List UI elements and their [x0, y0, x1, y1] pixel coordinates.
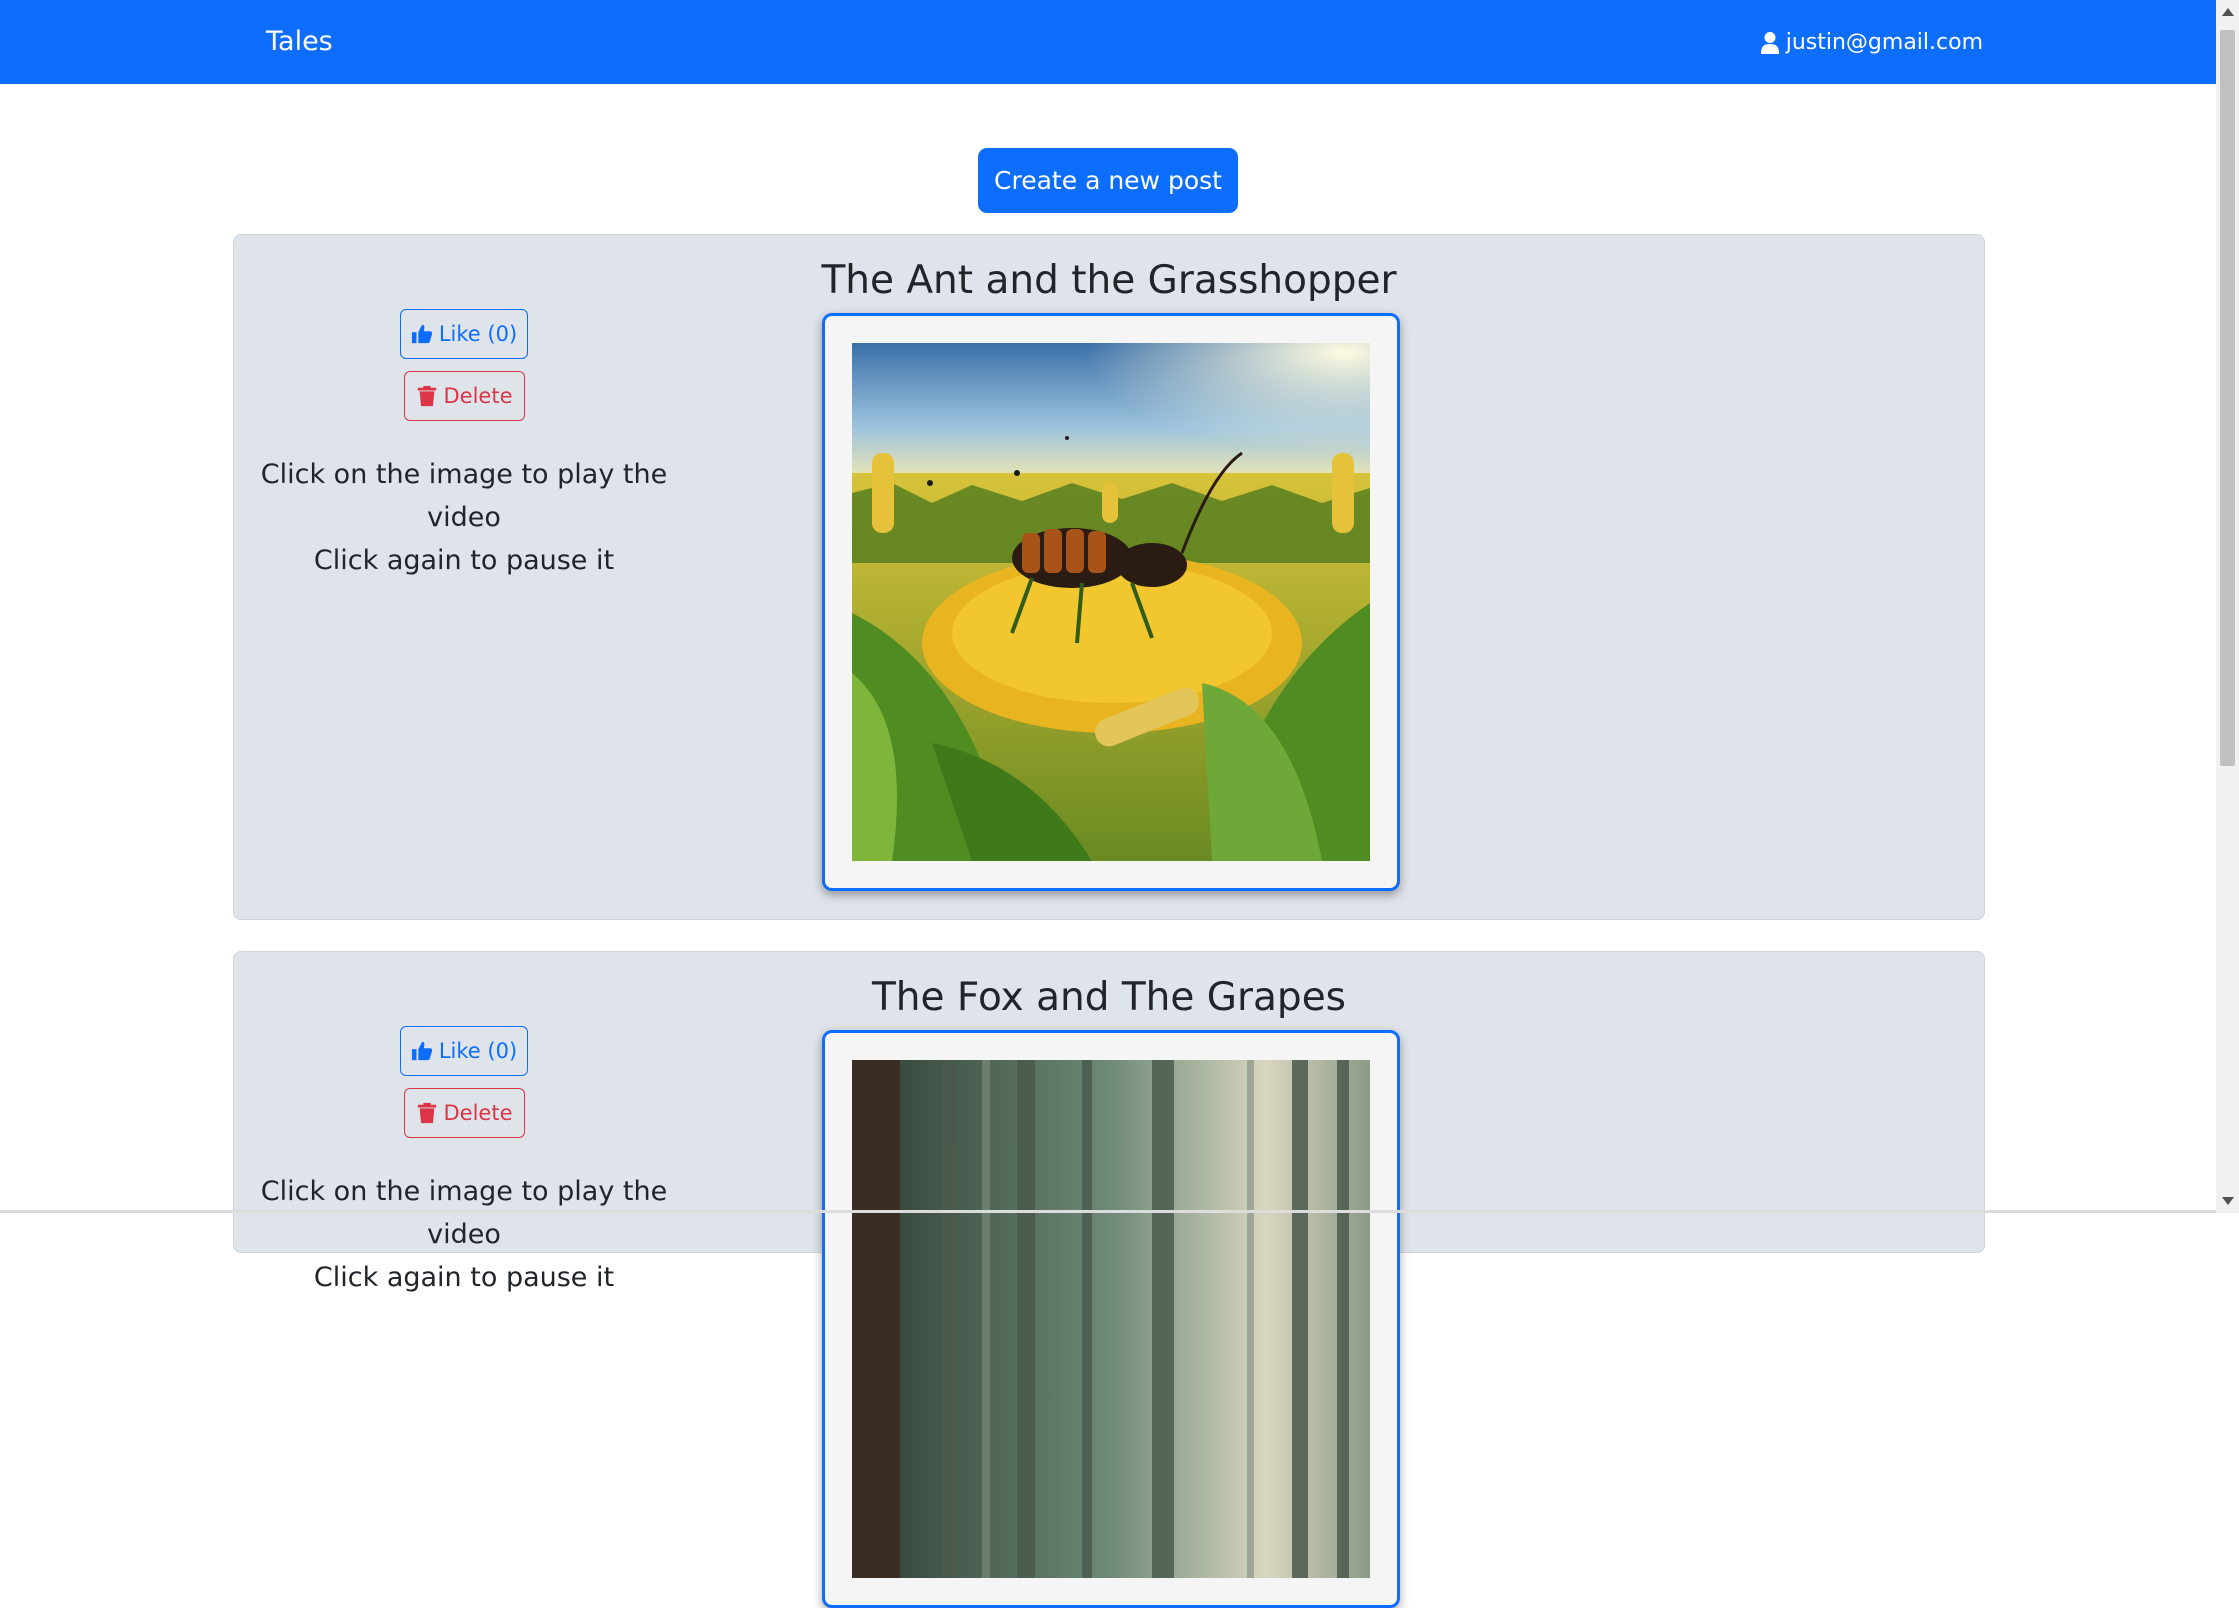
video-thumbnail[interactable] [822, 313, 1400, 891]
video-hint: Click on the image to play the video Cli… [234, 1170, 694, 1299]
hint-line: Click again to pause it [313, 545, 615, 576]
user-email: justin@gmail.com [1785, 30, 1983, 55]
scroll-down-icon[interactable] [2222, 1197, 2234, 1205]
post-title: The Ant and the Grasshopper [821, 258, 1397, 303]
like-label: Like (0) [438, 322, 518, 346]
hint-line: Click on the image to play the video [260, 459, 668, 533]
thumbs-up-icon [411, 1041, 433, 1061]
post-controls: Like (0) Delete Click on the image to pl… [234, 1026, 694, 1299]
delete-label: Delete [443, 384, 513, 408]
post-title: The Fox and The Grapes [871, 975, 1347, 1020]
video-thumbnail[interactable] [822, 1030, 1400, 1608]
user-menu[interactable]: justin@gmail.com [1760, 27, 1983, 59]
brand-link[interactable]: Tales [266, 24, 333, 60]
navbar: Tales justin@gmail.com [0, 0, 2216, 84]
delete-button[interactable]: Delete [403, 1088, 525, 1138]
post-card: The Ant and the Grasshopper Like (0) Del… [233, 234, 1985, 920]
grasshopper-image[interactable] [852, 343, 1370, 861]
like-label: Like (0) [438, 1039, 518, 1063]
trash-icon [417, 385, 436, 407]
video-hint: Click on the image to play the video Cli… [234, 453, 694, 582]
forest-image[interactable] [852, 1060, 1370, 1578]
user-icon [1760, 32, 1779, 54]
post-controls: Like (0) Delete Click on the image to pl… [234, 309, 694, 582]
delete-button[interactable]: Delete [403, 371, 525, 421]
delete-label: Delete [443, 1101, 513, 1125]
vertical-scrollbar[interactable] [2216, 0, 2239, 1213]
hint-line: Click again to pause it [313, 1262, 615, 1293]
scroll-thumb[interactable] [2220, 30, 2235, 766]
thumbs-up-icon [411, 324, 433, 344]
post-card: The Fox and The Grapes Like (0) Delete C… [233, 951, 1985, 1608]
like-button[interactable]: Like (0) [400, 309, 528, 359]
trash-icon [417, 1102, 436, 1124]
scroll-up-icon[interactable] [2222, 8, 2234, 16]
like-button[interactable]: Like (0) [400, 1026, 528, 1076]
create-post-button[interactable]: Create a new post [978, 148, 1238, 213]
hint-line: Click on the image to play the video [260, 1176, 668, 1250]
